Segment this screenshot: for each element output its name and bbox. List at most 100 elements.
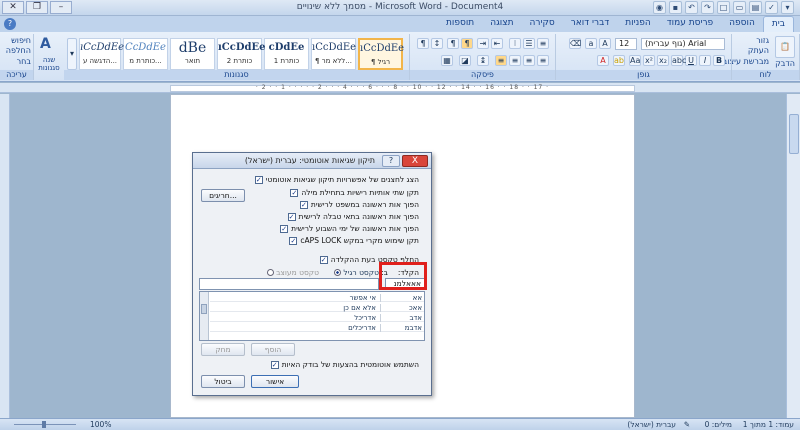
list-item[interactable]: אאכ אלא אם כן	[210, 304, 424, 312]
numbering-icon[interactable]: ☰	[523, 38, 535, 49]
capitalize-days-checkbox[interactable]: ✓ הפוך אות ראשונה של ימי השבוע לרישית	[280, 224, 419, 233]
show-marks-icon[interactable]: ¶	[417, 38, 429, 49]
save-icon[interactable]: ▪	[669, 1, 682, 14]
shading-icon[interactable]: ◪	[459, 55, 471, 66]
bold-icon[interactable]: B	[713, 55, 725, 66]
office-icon[interactable]: ◉	[653, 1, 666, 14]
style-emphasis[interactable]: ıCcDdEe הדגשה ע...	[79, 38, 124, 70]
tab-home[interactable]: בית	[762, 16, 794, 32]
tab-references[interactable]: הפניות	[617, 16, 658, 32]
subscript-icon[interactable]: x₂	[657, 55, 669, 66]
copy-button[interactable]: העתק	[748, 46, 769, 55]
zoom-handle[interactable]	[42, 421, 46, 428]
change-styles-icon[interactable]: A	[40, 36, 51, 52]
paste-button[interactable]: הדבק	[775, 59, 795, 68]
underline-icon[interactable]: U	[685, 55, 697, 66]
language-indicator[interactable]: עברית (ישראל)	[627, 420, 676, 429]
line-spacing-icon[interactable]: ↨	[477, 55, 489, 66]
zoom-slider[interactable]	[4, 421, 86, 428]
highlight-icon[interactable]: ab	[613, 55, 625, 66]
delete-button[interactable]: מחק	[201, 343, 245, 356]
caps-lock-checkbox[interactable]: ✓ תקן שימוש מקרי במקש cAPS LOCK	[289, 236, 419, 245]
align-center-icon[interactable]: ≡	[523, 55, 535, 66]
exceptions-button[interactable]: חריגים...	[201, 189, 245, 202]
font-color-icon[interactable]: A	[597, 55, 609, 66]
grow-font-icon[interactable]: A	[599, 38, 611, 49]
capitalize-table-cells-checkbox[interactable]: ✓ הפוך אות ראשונה בתאי טבלה לרישית	[287, 212, 419, 221]
tab-add-ins[interactable]: תוספות	[438, 16, 482, 32]
tab-mailings[interactable]: דברי דואר	[563, 16, 618, 32]
undo-icon[interactable]: ↶	[685, 1, 698, 14]
sort-icon[interactable]: ↕	[431, 38, 443, 49]
spelling-suggestions-checkbox[interactable]: ✓ השתמש אוטומטית בהצעות של בודק האיות	[270, 360, 419, 369]
replacement-list[interactable]: אא אי אפשר אאכ אלא אם כן אדב אדריכל אדבמ…	[199, 291, 425, 341]
style-heading-2[interactable]: ıCcDdEe כותרת 2	[217, 38, 266, 70]
capitalize-sentence-checkbox[interactable]: ✓ הפוך אות ראשונה במשפט לרישית	[299, 200, 419, 209]
two-initial-caps-checkbox[interactable]: ✓ תקן שתי אותיות רישיות בתחילת מילה	[290, 188, 419, 197]
ltr-icon[interactable]: ¶	[447, 38, 459, 49]
dropdown-icon[interactable]: ▾	[781, 1, 794, 14]
tab-view[interactable]: תצוגה	[482, 16, 521, 32]
add-button[interactable]: הוסף	[251, 343, 295, 356]
style-no-spacing[interactable]: ıCcDdEe ¶ ללא מר...	[311, 38, 356, 70]
dialog-help-button[interactable]: ?	[382, 155, 400, 167]
change-styles-button[interactable]: שנה סגנונות	[34, 56, 64, 72]
rtl-icon[interactable]: ¶	[461, 38, 473, 49]
style-heading-1[interactable]: cDdEe כותרת 1	[264, 38, 309, 70]
plain-text-radio[interactable]: טקסט רגיל	[334, 268, 379, 277]
multilevel-list-icon[interactable]: ⁝	[509, 38, 521, 49]
style-subtitle[interactable]: CcDdEe כותרת מ...	[123, 38, 168, 70]
zoom-level[interactable]: 100%	[90, 420, 111, 429]
superscript-icon[interactable]: x²	[643, 55, 655, 66]
borders-icon[interactable]: ▦	[441, 55, 453, 66]
list-item[interactable]: אדבמ אדריכלים	[210, 324, 424, 332]
list-item[interactable]: אדב אדריכל	[210, 314, 424, 322]
show-options-checkbox[interactable]: ✓ הצג לחצנים של אפשרויות תיקון שגיאות או…	[254, 175, 419, 184]
align-right-icon[interactable]: ≡	[537, 55, 549, 66]
list-scroll-thumb[interactable]	[201, 304, 207, 314]
decrease-indent-icon[interactable]: ⇤	[491, 38, 503, 49]
font-size-combo[interactable]: 12	[615, 38, 637, 50]
change-case-icon[interactable]: Aa	[629, 55, 641, 66]
find-button[interactable]: חיפוש	[11, 36, 31, 45]
page-count[interactable]: עמוד: 1 מתוך 1	[743, 420, 794, 429]
shrink-font-icon[interactable]: a	[585, 38, 597, 49]
word-count[interactable]: מילים: 0	[705, 420, 732, 429]
italic-icon[interactable]: I	[699, 55, 711, 66]
bullets-icon[interactable]: ≡	[537, 38, 549, 49]
font-name-combo[interactable]: (גוף עברית) Arial	[641, 38, 725, 50]
dialog-close-button[interactable]: X	[402, 155, 428, 167]
paste-icon[interactable]: 📋	[775, 36, 795, 58]
style-title[interactable]: dBe תואר	[170, 38, 215, 70]
horizontal-ruler[interactable]: · 2 · · 1 · · · · · 2 · · · 4 · · · 6 · …	[0, 83, 800, 93]
cancel-button[interactable]: ביטול	[201, 375, 245, 388]
clear-format-icon[interactable]: ⌫	[569, 38, 581, 49]
replace-button[interactable]: החלפה	[6, 46, 31, 55]
new-document-icon[interactable]: □	[717, 1, 730, 14]
list-item[interactable]: אא אי אפשר	[210, 294, 424, 302]
list-scrollbar[interactable]	[200, 292, 209, 340]
scrollbar-thumb[interactable]	[789, 114, 799, 154]
cut-button[interactable]: גזור	[756, 36, 769, 45]
tab-review[interactable]: סקירה	[522, 16, 563, 32]
justify-icon[interactable]: ≡	[495, 55, 507, 66]
spelling-icon[interactable]: ✓	[765, 1, 778, 14]
tab-insert[interactable]: הוספה	[721, 16, 763, 32]
proofing-icon[interactable]: ✎	[684, 420, 690, 429]
vertical-ruler[interactable]	[0, 94, 10, 418]
print-icon[interactable]: ▤	[749, 1, 762, 14]
style-normal[interactable]: ıCcDdEe ¶ רגיל	[358, 38, 404, 70]
strikethrough-icon[interactable]: abc	[671, 55, 686, 66]
align-left-icon[interactable]: ≡	[509, 55, 521, 66]
tab-page-layout[interactable]: פריסת עמוד	[659, 16, 721, 32]
help-icon[interactable]: ?	[4, 18, 16, 30]
open-icon[interactable]: ▭	[733, 1, 746, 14]
increase-indent-icon[interactable]: ⇥	[477, 38, 489, 49]
with-field[interactable]	[199, 278, 379, 290]
ok-button[interactable]: אישור	[251, 375, 299, 388]
select-button[interactable]: בחר	[17, 57, 31, 66]
vertical-scrollbar[interactable]	[786, 94, 800, 418]
redo-icon[interactable]: ↷	[701, 1, 714, 14]
formatted-text-radio[interactable]: טקסט מעוצב	[267, 268, 319, 277]
styles-scroll-icon[interactable]: ▾	[67, 38, 77, 70]
